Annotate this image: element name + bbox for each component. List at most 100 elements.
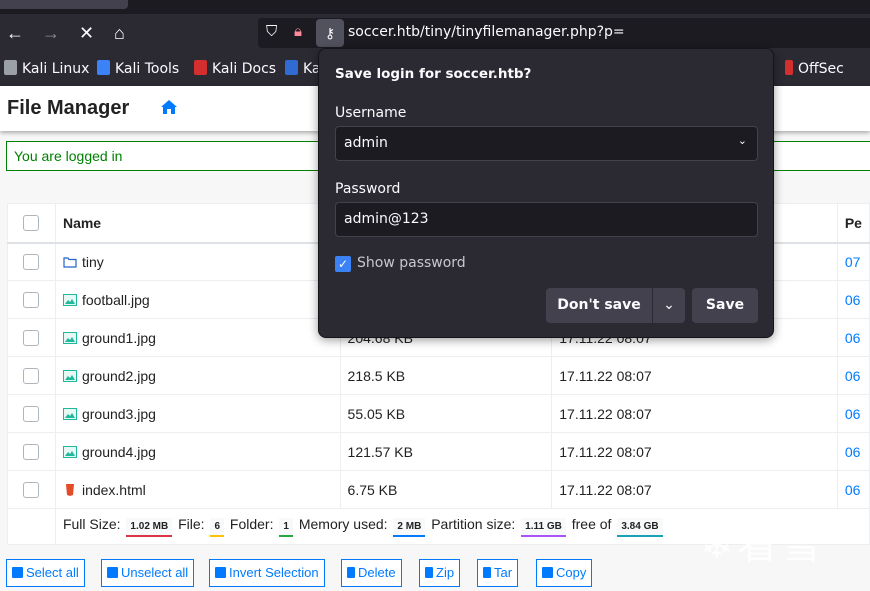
perms-column-header[interactable]: Pe bbox=[836, 203, 870, 244]
file-perms[interactable]: 06 bbox=[836, 280, 870, 319]
file-archive-icon bbox=[483, 567, 491, 578]
tar-button[interactable]: Tar bbox=[477, 559, 519, 587]
app-title[interactable]: File Manager bbox=[7, 97, 129, 120]
dont-save-button[interactable]: Don't save bbox=[546, 288, 652, 323]
file-modified: 17.11.22 08:07 bbox=[551, 432, 838, 471]
image-icon bbox=[62, 407, 77, 420]
file-name[interactable]: ground2.jpg bbox=[82, 368, 156, 384]
kali-tools-icon bbox=[97, 60, 110, 75]
shield-icon[interactable]: ⛉ bbox=[266, 23, 277, 40]
forward-icon[interactable]: → bbox=[42, 22, 60, 44]
select-all-button[interactable]: Select all bbox=[6, 559, 85, 587]
row-checkbox[interactable] bbox=[23, 254, 40, 271]
show-password-checkbox[interactable]: ✓ bbox=[335, 256, 351, 272]
bookmark-label: Kali Docs bbox=[212, 61, 277, 77]
row-checkbox[interactable] bbox=[23, 482, 40, 499]
show-password-label[interactable]: Show password bbox=[357, 255, 466, 271]
bookmark-label: Kali Tools bbox=[115, 61, 180, 77]
watermark-text: 看雪 bbox=[737, 522, 826, 568]
username-value: admin bbox=[344, 135, 388, 151]
dont-save-menu-chevron-icon[interactable]: ⌄ bbox=[653, 288, 685, 323]
row-checkbox[interactable] bbox=[23, 444, 40, 461]
select-all-checkbox[interactable] bbox=[23, 215, 40, 232]
password-value: admin@123 bbox=[344, 211, 429, 227]
file-name[interactable]: ground4.jpg bbox=[82, 444, 156, 460]
file-name[interactable]: ground1.jpg bbox=[82, 330, 156, 346]
file-name-cell[interactable]: tiny bbox=[54, 242, 341, 281]
bookmark-kali-forums[interactable]: Ka bbox=[285, 60, 321, 77]
kali-forums-icon bbox=[285, 60, 298, 75]
partition-badge: 1.11 GB bbox=[521, 518, 566, 537]
delete-button[interactable]: Delete bbox=[341, 559, 402, 587]
button-label: Select all bbox=[26, 565, 79, 580]
bookmark-offsec[interactable]: OffSec bbox=[785, 60, 844, 77]
file-name-cell[interactable]: index.html bbox=[54, 470, 341, 509]
table-row: ground3.jpg 55.05 KB 17.11.22 08:07 06 bbox=[7, 394, 870, 433]
bookmark-kali-tools[interactable]: Kali Tools bbox=[97, 60, 179, 77]
bookmark-label: OffSec bbox=[798, 61, 844, 77]
x-square-icon bbox=[107, 567, 118, 578]
bookmark-kali-linux[interactable]: Kali Linux bbox=[4, 60, 89, 77]
file-perms[interactable]: 06 bbox=[836, 470, 870, 509]
file-perms[interactable]: 06 bbox=[836, 318, 870, 357]
row-checkbox[interactable] bbox=[23, 292, 40, 309]
insecure-lock-icon[interactable]: 🔒︎ bbox=[294, 23, 302, 40]
file-perms[interactable]: 07 bbox=[836, 242, 870, 281]
password-field[interactable]: admin@123 bbox=[335, 202, 758, 237]
file-name[interactable]: football.jpg bbox=[82, 292, 150, 308]
button-label: Copy bbox=[556, 565, 587, 580]
memory-label: Memory used: bbox=[298, 516, 388, 532]
stop-icon[interactable]: ✕ bbox=[79, 22, 94, 44]
url-bar[interactable]: ⛉ 🔒︎ ⚷ soccer.htb/tiny/tinyfilemanager.p… bbox=[258, 18, 870, 48]
bookmark-kali-docs[interactable]: Kali Docs bbox=[194, 60, 276, 77]
home-icon[interactable]: ⌂ bbox=[114, 22, 125, 44]
name-column-header[interactable]: Name bbox=[54, 203, 341, 244]
home-icon[interactable] bbox=[160, 98, 178, 116]
file-perms[interactable]: 06 bbox=[836, 394, 870, 433]
file-name[interactable]: tiny bbox=[82, 254, 104, 270]
free-label: free of bbox=[571, 516, 612, 532]
folder-count-badge: 1 bbox=[279, 518, 293, 537]
browser-tab[interactable] bbox=[0, 0, 128, 9]
row-checkbox[interactable] bbox=[23, 330, 40, 347]
bookmark-label: Kali Linux bbox=[22, 61, 90, 77]
save-button[interactable]: Save bbox=[692, 288, 758, 323]
image-icon bbox=[62, 293, 77, 306]
chevron-down-icon[interactable]: ⌄ bbox=[738, 134, 747, 147]
back-icon[interactable]: ← bbox=[6, 22, 24, 44]
file-size: 121.57 KB bbox=[339, 432, 553, 471]
file-name-cell[interactable]: ground2.jpg bbox=[54, 356, 341, 395]
partition-label: Partition size: bbox=[431, 516, 516, 532]
popup-title: Save login for soccer.htb? bbox=[335, 66, 532, 82]
copy-button[interactable]: Copy bbox=[536, 559, 593, 587]
file-perms[interactable]: 06 bbox=[836, 432, 870, 471]
key-icon[interactable]: ⚷ bbox=[316, 19, 344, 47]
file-name[interactable]: index.html bbox=[82, 482, 146, 498]
check-square-icon bbox=[12, 567, 23, 578]
file-size: 6.75 KB bbox=[339, 470, 553, 509]
image-icon bbox=[62, 369, 77, 382]
file-perms[interactable]: 06 bbox=[836, 356, 870, 395]
row-checkbox[interactable] bbox=[23, 368, 40, 385]
unselect-all-button[interactable]: Unselect all bbox=[101, 559, 195, 587]
username-field[interactable]: admin ⌄ bbox=[335, 126, 758, 161]
file-label: File: bbox=[178, 516, 205, 532]
button-label: Tar bbox=[494, 565, 513, 580]
image-icon bbox=[62, 331, 77, 344]
file-name-cell[interactable]: ground1.jpg bbox=[54, 318, 341, 357]
row-checkbox[interactable] bbox=[23, 406, 40, 423]
button-label: Zip bbox=[436, 565, 455, 580]
navigation-toolbar: ← → ✕ ⌂ ⛉ 🔒︎ ⚷ soccer.htb/tiny/tinyfilem… bbox=[0, 14, 870, 52]
file-name-cell[interactable]: ground4.jpg bbox=[54, 432, 341, 471]
table-row: index.html 6.75 KB 17.11.22 08:07 06 bbox=[7, 470, 870, 509]
html5-icon bbox=[65, 483, 74, 496]
zip-button[interactable]: Zip bbox=[419, 559, 461, 587]
file-name-cell[interactable]: ground3.jpg bbox=[54, 394, 341, 433]
invert-selection-button[interactable]: Invert Selection bbox=[209, 559, 325, 587]
password-label: Password bbox=[335, 181, 401, 197]
table-row: ground4.jpg 121.57 KB 17.11.22 08:07 06 bbox=[7, 432, 870, 471]
save-login-popup: Save login for soccer.htb? Username admi… bbox=[318, 48, 774, 338]
url-text[interactable]: soccer.htb/tiny/tinyfilemanager.php?p= bbox=[348, 24, 625, 40]
file-name[interactable]: ground3.jpg bbox=[82, 406, 156, 422]
file-name-cell[interactable]: football.jpg bbox=[54, 280, 341, 319]
